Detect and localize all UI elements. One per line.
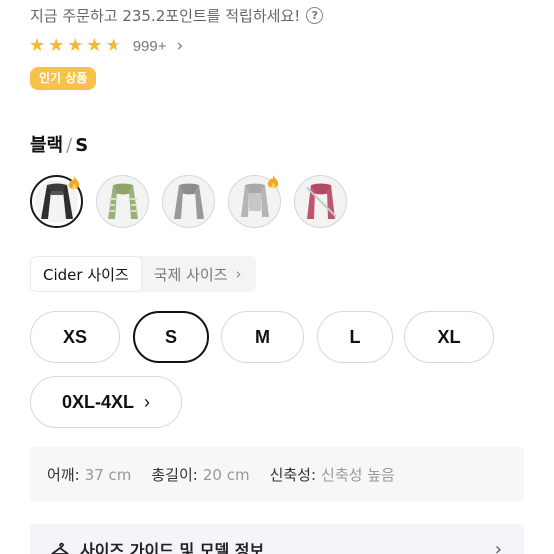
variant-separator: /: [66, 135, 73, 156]
size-button-s[interactable]: S: [133, 311, 209, 363]
stretch-label: 신축성:: [269, 466, 317, 484]
swatch-pink[interactable]: [294, 175, 347, 228]
stretch-value: 신축성 높음: [321, 466, 395, 484]
fire-icon: [68, 176, 80, 190]
size-measurements: 어깨: 37 cm 총길이: 20 cm 신축성: 신축성 높음: [30, 447, 524, 502]
shoulder-value: 37 cm: [84, 465, 132, 484]
half-star-icon: ★: [105, 35, 122, 56]
size-button-xs[interactable]: XS: [30, 311, 120, 363]
length-value: 20 cm: [202, 465, 250, 484]
tab-international-size[interactable]: 국제 사이즈 ›: [141, 256, 256, 292]
tab-cider-size[interactable]: Cider 사이즈: [30, 256, 142, 292]
chevron-right-icon: ›: [494, 538, 502, 554]
color-swatches: [30, 175, 347, 228]
star-rating: ★ ★ ★ ★ ★: [29, 37, 122, 55]
size-plus-label: 0XL-4XL: [61, 391, 135, 412]
star-icon: ★: [29, 35, 46, 56]
selected-color: 블랙: [30, 135, 64, 156]
swatch-black[interactable]: [30, 175, 83, 228]
size-system-tabs: Cider 사이즈 국제 사이즈 ›: [30, 256, 256, 292]
chevron-right-icon: ›: [144, 391, 151, 412]
product-thumbnail-green: [107, 183, 138, 219]
product-thumbnail-grey: [173, 183, 204, 219]
fire-icon: [267, 175, 279, 189]
points-notice: 지금 주문하고 235.2포인트를 적립하세요! ?: [30, 5, 324, 26]
length-label: 총길이:: [151, 466, 198, 484]
points-text: 지금 주문하고 235.2포인트를 적립하세요!: [30, 7, 301, 25]
popular-badge: 인기 상품: [30, 67, 97, 91]
hanger-icon: [51, 542, 69, 554]
swatch-light-grey[interactable]: [228, 175, 281, 228]
rating-row[interactable]: ★ ★ ★ ★ ★ 999+ ›: [29, 36, 183, 56]
star-icon: ★: [86, 35, 103, 56]
swatch-green-stripe[interactable]: [96, 175, 149, 228]
size-button-plus[interactable]: 0XL-4XL ›: [30, 376, 182, 428]
selected-size: S: [75, 135, 89, 156]
size-guide-link[interactable]: 사이즈 가이드 및 모델 정보 ›: [30, 524, 524, 554]
review-count: 999+: [132, 37, 167, 55]
chevron-right-icon: ›: [235, 265, 242, 283]
selected-variant-label: 블랙 / S: [30, 131, 88, 157]
shoulder-label: 어깨:: [47, 466, 80, 484]
swatch-grey[interactable]: [162, 175, 215, 228]
tab-international-label: 국제 사이즈: [153, 265, 228, 284]
size-button-l[interactable]: L: [317, 311, 393, 363]
star-icon: ★: [48, 35, 65, 56]
size-tab-group: Cider 사이즈 국제 사이즈 ›: [30, 256, 256, 292]
size-button-m[interactable]: M: [221, 311, 304, 363]
star-icon: ★: [67, 35, 84, 56]
question-circle-icon[interactable]: ?: [306, 7, 324, 24]
size-button-xl[interactable]: XL: [404, 311, 494, 363]
chevron-right-icon: ›: [176, 36, 184, 56]
size-guide-label: 사이즈 가이드 및 모델 정보: [80, 541, 265, 554]
